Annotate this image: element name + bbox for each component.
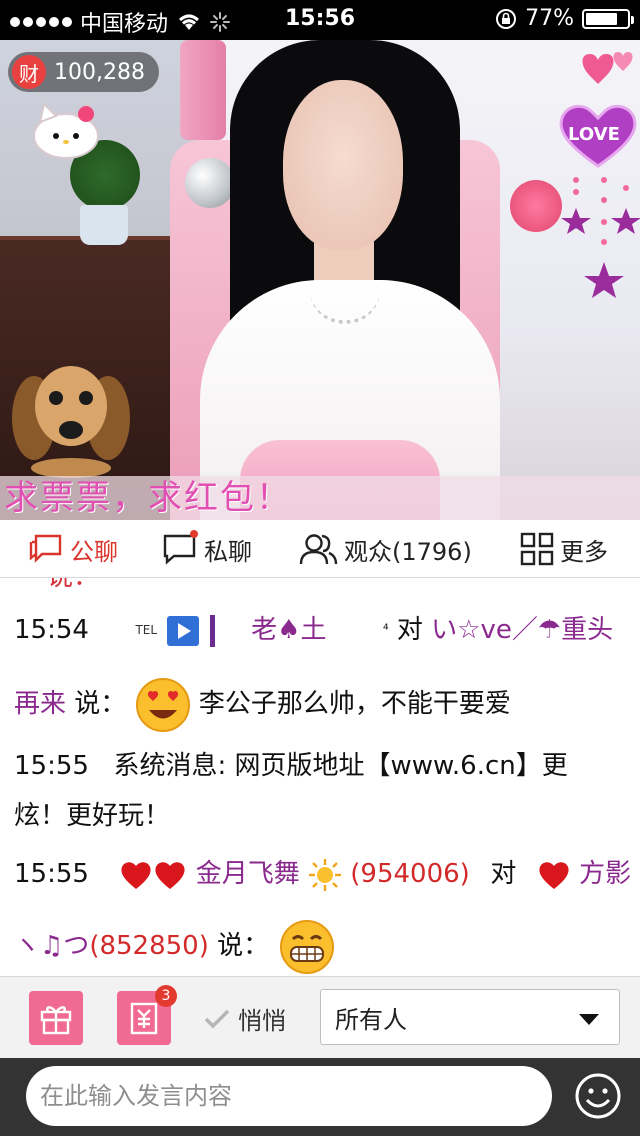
sender-level: ⁴ [382, 622, 389, 638]
battery-icon [582, 8, 634, 29]
status-bar: 中国移动 15:56 77% [0, 0, 640, 40]
receiver-id: (852850) [89, 931, 209, 961]
rotation-lock-icon [496, 8, 517, 29]
whisper-toggle[interactable]: 悄悄 [204, 1001, 286, 1036]
recipient-value: 所有人 [335, 1005, 407, 1034]
message-text: 李公子那么帅，不能干要爱 [198, 689, 511, 719]
tab-label: 私聊 [204, 537, 252, 566]
level-bar-icon [209, 614, 215, 647]
play-badge-icon [167, 615, 200, 646]
chat-message: 15:54 TEL 老♠土 ⁴ 对 い☆ve／☂重头 [14, 610, 613, 650]
battery-percent: 77% [525, 6, 574, 31]
microphone [185, 158, 235, 208]
to-word: 对 [490, 859, 517, 889]
system-label: 系统消息: [113, 751, 227, 781]
tab-more[interactable]: 更多 [520, 520, 608, 578]
message-time: 15:55 [14, 859, 89, 889]
love-sticker-text: LOVE [568, 124, 620, 145]
sender-name[interactable]: 金月飞舞 [196, 859, 300, 889]
sun-icon [309, 858, 342, 891]
tab-label: 公聊 [70, 537, 118, 566]
message-text: 炫！更好玩！ [14, 801, 171, 831]
tab-label: 更多 [560, 537, 608, 566]
receiver-name[interactable]: い☆ve／☂重头 [431, 615, 613, 645]
chat-message: 15:55 金月飞舞 (954006) 对 方影 [14, 854, 631, 894]
tab-audience[interactable]: 观众(1796) [298, 520, 472, 578]
to-word: 对 [396, 615, 423, 645]
red-packet-count-badge: 3 [155, 985, 177, 1007]
mic-stand [180, 40, 226, 140]
receiver-name-cont[interactable]: 再来 [14, 689, 66, 719]
status-right: 77% [495, 6, 634, 31]
wealth-icon: 财 [12, 55, 46, 89]
chat-tabs: 公聊 私聊 观众(1796) 更多 [0, 520, 640, 578]
private-chat-dot [190, 530, 198, 538]
chat-bubble-icon [29, 534, 62, 563]
message-input-bar [0, 1058, 640, 1136]
heart-icon [121, 861, 152, 889]
recipient-select[interactable]: 所有人 [320, 989, 620, 1045]
chevron-down-icon [579, 1014, 599, 1025]
chat-message-cont: 再来 说： 李公子那么帅，不能干要爱 [14, 676, 511, 733]
message-time: 15:55 [14, 751, 89, 781]
message-input[interactable] [26, 1066, 552, 1126]
chat-toolbar: 3 悄悄 所有人 [0, 976, 640, 1058]
system-message-cont: 炫！更好玩！ [14, 796, 170, 836]
chat-message-cont: ヽ♫つ(852850) 说： [14, 918, 337, 975]
wealth-badge[interactable]: 财 100,288 [8, 52, 159, 92]
heart-eyes-emoji-icon [135, 677, 190, 732]
system-message: 15:55 系统消息: 网页版地址【www.6.cn】更 [14, 746, 568, 786]
receiver-name-cont[interactable]: ヽ♫つ [14, 931, 89, 961]
sender-id: (954006) [350, 859, 470, 889]
puppy-sticker [12, 366, 130, 478]
tab-public-chat[interactable]: 公聊 [28, 520, 118, 578]
tab-label: 观众(1796) [344, 537, 472, 566]
message-time: 15:54 [14, 615, 89, 645]
heart-balloons-icon [582, 52, 633, 84]
caption-text: 求票票，求红包！ [4, 478, 292, 518]
message-text: 网页版地址【www.6.cn】更 [234, 751, 568, 781]
star-garland-icon [561, 177, 640, 298]
grinning-emoji-icon [280, 919, 335, 974]
hello-kitty-sticker [33, 102, 99, 159]
gift-icon [40, 1006, 72, 1035]
heart-icon [539, 861, 569, 889]
say-word: 说： [74, 689, 127, 719]
clipped-message: 说： [14, 578, 99, 593]
wealth-value: 100,288 [54, 59, 145, 85]
sender-name[interactable]: 老♠土 [251, 615, 326, 645]
streamer-face [283, 80, 403, 250]
emoji-picker-icon[interactable] [574, 1072, 622, 1120]
receiver-name[interactable]: 方影 [579, 859, 631, 889]
chat-messages[interactable]: 说： 15:54 TEL 老♠土 ⁴ 对 い☆ve／☂重头 再来 说： 李公子那… [0, 578, 640, 976]
grid-icon [520, 532, 554, 566]
red-packet-icon [130, 1002, 158, 1035]
audience-icon [299, 534, 338, 565]
tab-private-chat[interactable]: 私聊 [162, 520, 252, 578]
red-packet-button[interactable]: 3 [117, 985, 177, 1045]
plant-pot [80, 205, 128, 245]
checkmark-icon [204, 1009, 230, 1028]
gift-button[interactable] [29, 991, 83, 1045]
say-word: 说： [217, 931, 270, 961]
heart-icon [155, 861, 186, 889]
tel-badge: TEL [135, 623, 158, 637]
whisper-label: 悄悄 [238, 1007, 286, 1035]
live-video[interactable]: LOVE 财 100,288 求票票，求红包！ [0, 40, 640, 520]
